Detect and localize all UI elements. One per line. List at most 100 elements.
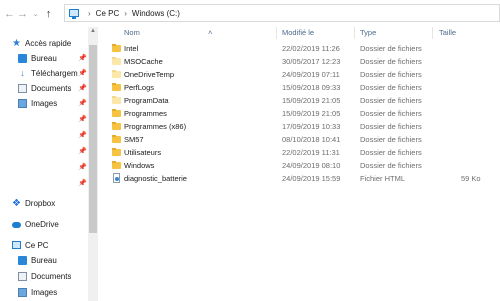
documents-icon bbox=[18, 83, 27, 93]
file-name: OneDriveTemp bbox=[124, 70, 175, 79]
file-name: Programmes (x86) bbox=[124, 122, 187, 131]
file-type: Dossier de fichiers bbox=[360, 70, 422, 79]
desktop-icon bbox=[18, 255, 27, 265]
folder-icon bbox=[112, 109, 121, 117]
download-icon: ↓ bbox=[20, 67, 25, 78]
file-modified: 22/02/2019 11:31 bbox=[282, 148, 340, 157]
sidebar-item-this-pc[interactable]: Ce PC bbox=[12, 238, 100, 252]
column-header: ˄ Nom Modifié le Type Taille bbox=[98, 27, 500, 39]
table-row[interactable]: Windows 24/09/2019 08:10 Dossier de fich… bbox=[98, 159, 500, 172]
table-row[interactable]: Utilisateurs 22/02/2019 11:31 Dossier de… bbox=[98, 146, 500, 159]
address-bar[interactable]: › Ce PC › Windows (C:) bbox=[64, 4, 500, 22]
column-modified[interactable]: Modifié le bbox=[282, 28, 314, 37]
sidebar-item-label: Téléchargem bbox=[31, 68, 78, 78]
table-row[interactable]: SM57 08/10/2018 10:41 Dossier de fichier… bbox=[98, 133, 500, 146]
file-size: 59 Ko bbox=[461, 174, 481, 183]
file-modified: 24/09/2019 07:11 bbox=[282, 70, 340, 79]
table-row[interactable]: Intel 22/02/2019 11:26 Dossier de fichie… bbox=[98, 42, 500, 55]
sidebar-item-label: Accès rapide bbox=[25, 38, 72, 48]
file-name: SM57 bbox=[124, 135, 144, 144]
file-type: Dossier de fichiers bbox=[360, 57, 422, 66]
file-modified: 15/09/2019 21:05 bbox=[282, 96, 341, 105]
file-type: Fichier HTML bbox=[360, 174, 406, 183]
navigation-bar: ← → ⌄ ↑ › Ce PC › Windows (C:) bbox=[0, 0, 500, 27]
column-name[interactable]: Nom bbox=[124, 28, 140, 37]
file-name: Utilisateurs bbox=[124, 148, 162, 157]
table-row[interactable]: MSOCache 30/05/2017 12:23 Dossier de fic… bbox=[98, 55, 500, 68]
computer-icon bbox=[12, 241, 21, 249]
file-type: Dossier de fichiers bbox=[360, 148, 422, 157]
sort-caret-icon: ˄ bbox=[208, 28, 213, 37]
pin-icon[interactable]: 📌 bbox=[78, 99, 87, 107]
sidebar-item-label: Dropbox bbox=[25, 198, 56, 208]
file-name: Intel bbox=[124, 44, 139, 53]
html-file-icon bbox=[113, 173, 120, 183]
pin-icon[interactable]: 📌 bbox=[78, 131, 87, 139]
navigation-pane: ★ Accès rapide Bureau 📌 ↓ Téléchargem 📌 … bbox=[0, 27, 88, 301]
scroll-up-icon[interactable]: ▲ bbox=[88, 28, 98, 34]
file-modified: 24/09/2019 15:59 bbox=[282, 174, 341, 183]
back-arrow-icon[interactable]: ← bbox=[3, 5, 16, 23]
column-divider[interactable] bbox=[432, 27, 433, 39]
table-row[interactable]: Programmes (x86) 17/09/2019 10:33 Dossie… bbox=[98, 120, 500, 133]
folder-icon bbox=[112, 83, 121, 91]
pin-icon[interactable]: 📌 bbox=[78, 147, 87, 155]
file-name: ProgramData bbox=[124, 96, 169, 105]
pin-icon[interactable]: 📌 bbox=[78, 179, 87, 187]
table-row[interactable]: diagnostic_batterie 24/09/2019 15:59 Fic… bbox=[98, 172, 500, 185]
file-type: Dossier de fichiers bbox=[360, 161, 422, 170]
pin-icon[interactable]: 📌 bbox=[78, 115, 87, 123]
file-modified: 15/09/2018 09:33 bbox=[282, 83, 341, 92]
file-modified: 17/09/2019 10:33 bbox=[282, 122, 341, 131]
pin-icon[interactable]: 📌 bbox=[78, 54, 87, 62]
pin-icon[interactable]: 📌 bbox=[78, 163, 87, 171]
chevron-right-icon: › bbox=[88, 8, 91, 18]
folder-hidden-icon bbox=[112, 70, 121, 78]
sidebar-scrollbar[interactable]: ▲ bbox=[88, 27, 98, 301]
table-row[interactable]: OneDriveTemp 24/09/2019 07:11 Dossier de… bbox=[98, 68, 500, 81]
file-modified: 08/10/2018 10:41 bbox=[282, 135, 341, 144]
up-arrow-icon[interactable]: ↑ bbox=[42, 5, 55, 23]
pin-icon[interactable]: 📌 bbox=[78, 69, 87, 77]
table-row[interactable]: ProgramData 15/09/2019 21:05 Dossier de … bbox=[98, 94, 500, 107]
file-modified: 24/09/2019 08:10 bbox=[282, 161, 341, 170]
pin-icon[interactable]: 📌 bbox=[78, 84, 87, 92]
sidebar-item-label: Documents bbox=[31, 83, 72, 93]
table-row[interactable]: PerfLogs 15/09/2018 09:33 Dossier de fic… bbox=[98, 81, 500, 94]
chevron-right-icon: › bbox=[124, 8, 127, 18]
column-size[interactable]: Taille bbox=[439, 28, 456, 37]
column-divider[interactable] bbox=[276, 27, 277, 39]
sidebar-item-label: Images bbox=[31, 98, 58, 108]
sidebar-item-label: Bureau bbox=[31, 255, 57, 265]
sidebar-item-label: OneDrive bbox=[25, 219, 59, 229]
file-modified: 30/05/2017 12:23 bbox=[282, 57, 341, 66]
images-icon bbox=[18, 98, 27, 108]
file-type: Dossier de fichiers bbox=[360, 122, 422, 131]
sidebar-item-label: Bureau bbox=[31, 53, 57, 63]
desktop-icon bbox=[18, 53, 27, 63]
scrollbar-thumb[interactable] bbox=[89, 45, 97, 233]
table-row[interactable]: Programmes 15/09/2019 21:05 Dossier de f… bbox=[98, 107, 500, 120]
dropbox-icon: ❖ bbox=[12, 197, 21, 209]
file-modified: 15/09/2019 21:05 bbox=[282, 109, 341, 118]
chevron-down-icon[interactable]: ⌄ bbox=[29, 5, 42, 23]
forward-arrow-icon[interactable]: → bbox=[16, 5, 29, 23]
breadcrumb-drive[interactable]: Windows (C:) bbox=[132, 9, 180, 18]
star-icon: ★ bbox=[12, 37, 21, 49]
cloud-icon bbox=[12, 222, 21, 228]
file-name: Windows bbox=[124, 161, 155, 170]
column-divider[interactable] bbox=[354, 27, 355, 39]
folder-icon bbox=[112, 135, 121, 143]
sidebar-item-quick-access[interactable]: ★ Accès rapide bbox=[12, 36, 100, 50]
column-type[interactable]: Type bbox=[360, 28, 376, 37]
folder-icon bbox=[112, 44, 121, 52]
folder-icon bbox=[112, 148, 121, 156]
folder-icon bbox=[112, 161, 121, 169]
sidebar-item-label: Images bbox=[31, 287, 58, 297]
sidebar-item-dropbox[interactable]: ❖ Dropbox bbox=[12, 196, 100, 210]
documents-icon bbox=[18, 271, 27, 281]
file-type: Dossier de fichiers bbox=[360, 109, 422, 118]
file-modified: 22/02/2019 11:26 bbox=[282, 44, 340, 53]
breadcrumb-this-pc[interactable]: Ce PC bbox=[96, 9, 120, 18]
sidebar-item-onedrive[interactable]: OneDrive bbox=[12, 217, 100, 231]
